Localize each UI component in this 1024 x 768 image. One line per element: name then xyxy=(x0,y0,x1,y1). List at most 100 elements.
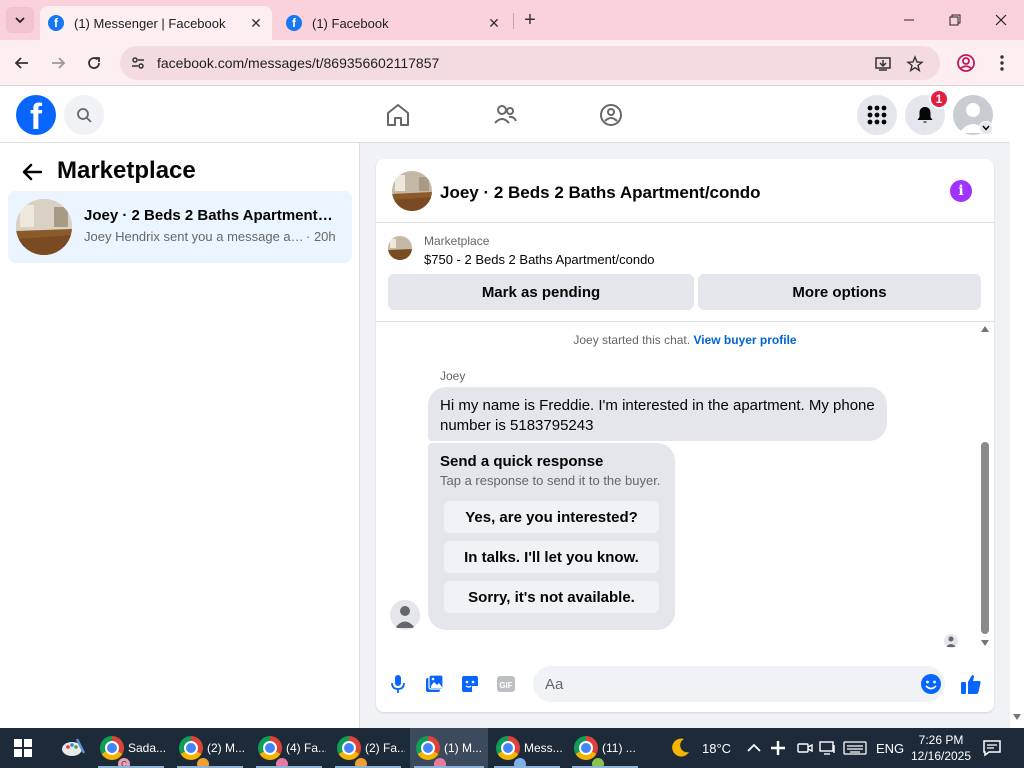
chat-start-text: Joey started this chat. xyxy=(573,333,691,347)
send-like-button[interactable] xyxy=(959,672,983,696)
taskbar-item[interactable]: (2) Fa... xyxy=(331,728,405,768)
chrome-icon xyxy=(416,736,446,768)
browser-menu-button[interactable] xyxy=(988,50,1016,76)
address-bar[interactable]: facebook.com/messages/t/869356602117857 xyxy=(120,46,940,80)
chat-title[interactable]: Joey · 2 Beds 2 Baths Apartment/condo xyxy=(440,183,761,203)
voice-clip-button[interactable] xyxy=(386,672,410,696)
chat-header-thumbnail[interactable] xyxy=(392,171,432,211)
quick-response-option[interactable]: In talks. I'll let you know. xyxy=(444,541,659,573)
quick-response-title: Send a quick response xyxy=(440,453,604,470)
facebook-logo-icon[interactable]: f xyxy=(16,95,56,135)
tab-title: (1) Messenger | Facebook xyxy=(74,15,226,31)
groups-nav-button[interactable] xyxy=(595,99,627,131)
quick-response-option[interactable]: Yes, are you interested? xyxy=(444,501,659,533)
back-button[interactable] xyxy=(8,50,36,76)
marketplace-inbox-pane: Marketplace Joey · 2 Beds 2 Baths Apartm… xyxy=(0,143,360,728)
more-options-button[interactable]: More options xyxy=(698,274,981,310)
page-scroll-down-arrow[interactable] xyxy=(1013,714,1021,720)
facebook-header: f 1 xyxy=(0,87,1010,143)
facebook-favicon-icon: f xyxy=(286,15,302,31)
browser-tab-messenger[interactable]: f (1) Messenger | Facebook ✕ xyxy=(40,6,272,40)
photo-icon xyxy=(426,674,444,692)
moon-icon xyxy=(672,738,689,757)
menu-grid-button[interactable] xyxy=(857,95,897,135)
taskbar-item[interactable]: (2) M... xyxy=(173,728,247,768)
message-input[interactable] xyxy=(533,666,945,702)
windows-start-icon[interactable] xyxy=(14,739,32,757)
close-tab-icon[interactable]: ✕ xyxy=(484,13,504,33)
back-arrow-button[interactable] xyxy=(20,160,44,184)
tab-search-button[interactable] xyxy=(6,7,34,33)
chat-bubble-icon xyxy=(983,740,1001,757)
sticker-button[interactable] xyxy=(458,672,482,696)
quick-response-option[interactable]: Sorry, it's not available. xyxy=(444,581,659,613)
emoji-button[interactable] xyxy=(919,672,943,696)
url-text: facebook.com/messages/t/869356602117857 xyxy=(157,55,440,71)
taskbar-item-label: (1) M... xyxy=(444,741,482,755)
thread-scrollbar[interactable] xyxy=(978,322,992,652)
home-nav-button[interactable] xyxy=(382,99,414,131)
taskbar-item[interactable]: (11) ... xyxy=(568,728,642,768)
tray-overflow-button[interactable] xyxy=(747,728,761,768)
friends-nav-button[interactable] xyxy=(489,99,521,131)
account-chevron-icon xyxy=(979,121,993,135)
grid-menu-icon xyxy=(867,105,887,125)
taskbar-item[interactable]: C Sada... xyxy=(94,728,168,768)
browser-tab-facebook[interactable]: f (1) Facebook ✕ xyxy=(278,6,510,40)
conversation-preview: Joey Hendrix sent you a message about · … xyxy=(84,229,340,244)
message-sender-name: Joey xyxy=(440,369,466,383)
conversation-list-item[interactable]: Joey · 2 Beds 2 Baths Apartment/condo Jo… xyxy=(8,191,352,263)
mark-as-pending-button[interactable]: Mark as pending xyxy=(388,274,694,310)
forward-button[interactable] xyxy=(44,50,72,76)
install-app-icon[interactable] xyxy=(872,53,894,75)
thumbs-up-icon xyxy=(961,675,981,694)
minimize-button[interactable] xyxy=(895,6,923,34)
weather-widget[interactable]: 18°C xyxy=(668,728,731,768)
taskbar-item-label: (2) M... xyxy=(207,741,245,755)
chrome-icon xyxy=(258,736,288,768)
notification-center-button[interactable] xyxy=(982,728,1002,768)
listing-mini-thumbnail[interactable] xyxy=(388,236,412,260)
close-tab-icon[interactable]: ✕ xyxy=(246,13,266,33)
taskbar-item-active[interactable]: (1) M... xyxy=(410,728,488,768)
reload-button[interactable] xyxy=(80,50,108,76)
tab-title: (1) Facebook xyxy=(312,15,389,31)
profile-button[interactable] xyxy=(952,50,980,76)
chat-card: Joey · 2 Beds 2 Baths Apartment/condo i … xyxy=(376,159,994,712)
bell-icon xyxy=(917,107,933,123)
attach-media-button[interactable] xyxy=(422,672,446,696)
site-info-icon[interactable] xyxy=(128,53,148,73)
scroll-up-arrow[interactable] xyxy=(981,326,989,332)
close-window-button[interactable] xyxy=(987,6,1015,34)
chevron-down-icon xyxy=(15,17,25,24)
scroll-thumb[interactable] xyxy=(981,442,989,634)
system-clock[interactable]: 7:26 PM 12/16/2025 xyxy=(910,728,972,768)
page-scrollbar[interactable] xyxy=(1010,87,1024,728)
view-buyer-profile-link[interactable]: View buyer profile xyxy=(693,333,796,347)
listing-name[interactable]: $750 - 2 Beds 2 Baths Apartment/condo xyxy=(424,252,655,267)
info-icon[interactable]: i xyxy=(950,180,972,202)
gif-button[interactable]: GIF xyxy=(494,672,518,696)
meet-now-icon[interactable] xyxy=(795,728,813,768)
conversation-time: · 20h xyxy=(306,229,336,244)
reload-icon xyxy=(88,57,100,69)
facebook-favicon-icon: f xyxy=(48,15,64,31)
new-tab-button[interactable]: + xyxy=(519,9,541,31)
network-icon[interactable] xyxy=(819,728,837,768)
scroll-down-arrow[interactable] xyxy=(981,640,989,646)
quick-response-card: Send a quick response Tap a response to … xyxy=(428,443,675,630)
taskbar-app-paint[interactable] xyxy=(54,728,90,768)
browser-tab-strip: f (1) Messenger | Facebook ✕ f (1) Faceb… xyxy=(0,0,1024,40)
bookmark-star-icon[interactable] xyxy=(904,53,926,75)
sender-avatar[interactable] xyxy=(390,600,420,630)
taskbar-item[interactable]: Mess... xyxy=(490,728,564,768)
paint-app-icon xyxy=(62,738,86,756)
taskbar-item[interactable]: (4) Fa... xyxy=(252,728,326,768)
restore-button[interactable] xyxy=(941,6,969,34)
search-button[interactable] xyxy=(64,95,104,135)
tray-add-icon[interactable] xyxy=(769,728,787,768)
conversation-title: Joey · 2 Beds 2 Baths Apartment/condo xyxy=(84,207,334,224)
keyboard-icon[interactable] xyxy=(843,728,867,768)
language-indicator[interactable]: ENG xyxy=(876,728,904,768)
microphone-icon xyxy=(391,675,405,693)
